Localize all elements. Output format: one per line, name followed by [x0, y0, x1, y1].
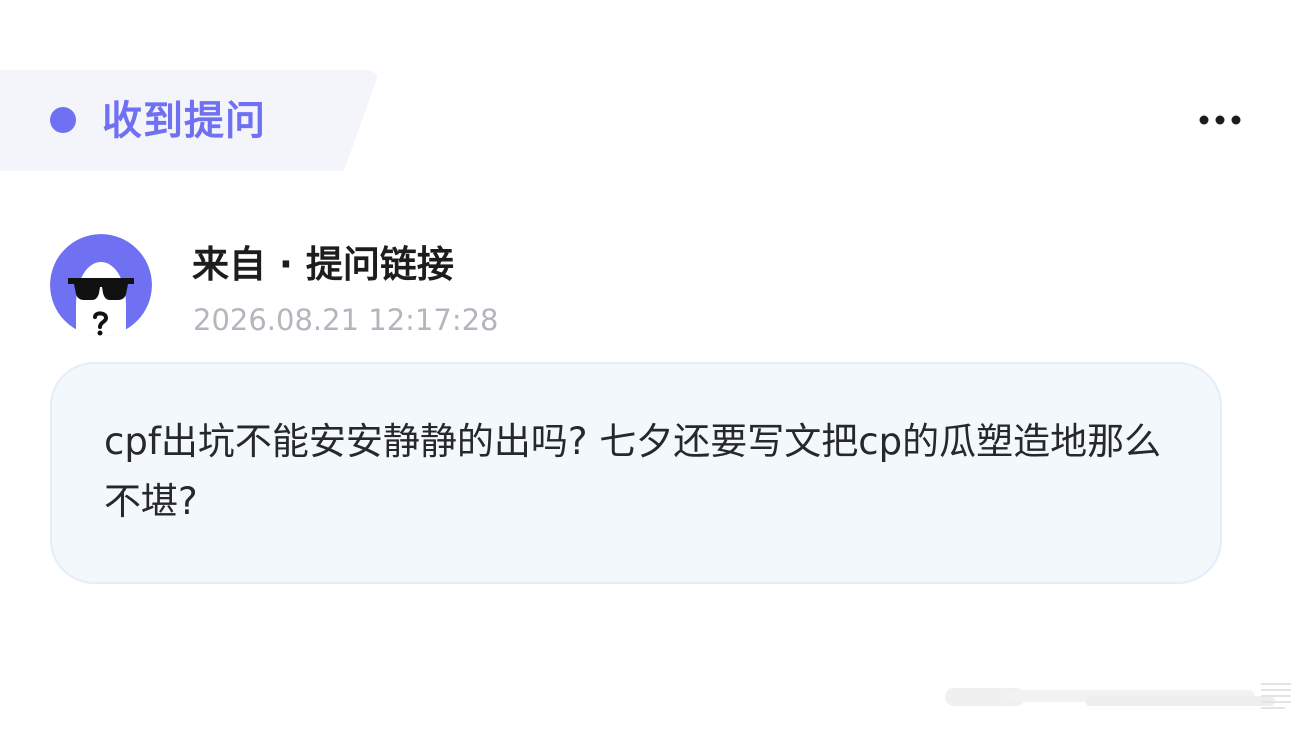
more-horizontal-icon	[1199, 115, 1241, 125]
more-options-button[interactable]	[1190, 100, 1250, 140]
sunglasses-face-avatar-icon	[50, 234, 152, 336]
page-title: 收到提问	[102, 98, 266, 144]
timestamp: 2026.08.21 12:17:28	[193, 303, 499, 337]
header-dot	[50, 107, 76, 133]
watermark-graphic	[935, 680, 1295, 716]
sender-label: 来自 · 提问链接	[192, 243, 454, 286]
question-card: cpf出坑不能安安静静的出吗? 七夕还要写文把cp的瓜塑造地那么不堪?	[50, 362, 1222, 584]
avatar	[50, 234, 152, 336]
question-text: cpf出坑不能安安静静的出吗? 七夕还要写文把cp的瓜塑造地那么不堪?	[104, 420, 1162, 523]
